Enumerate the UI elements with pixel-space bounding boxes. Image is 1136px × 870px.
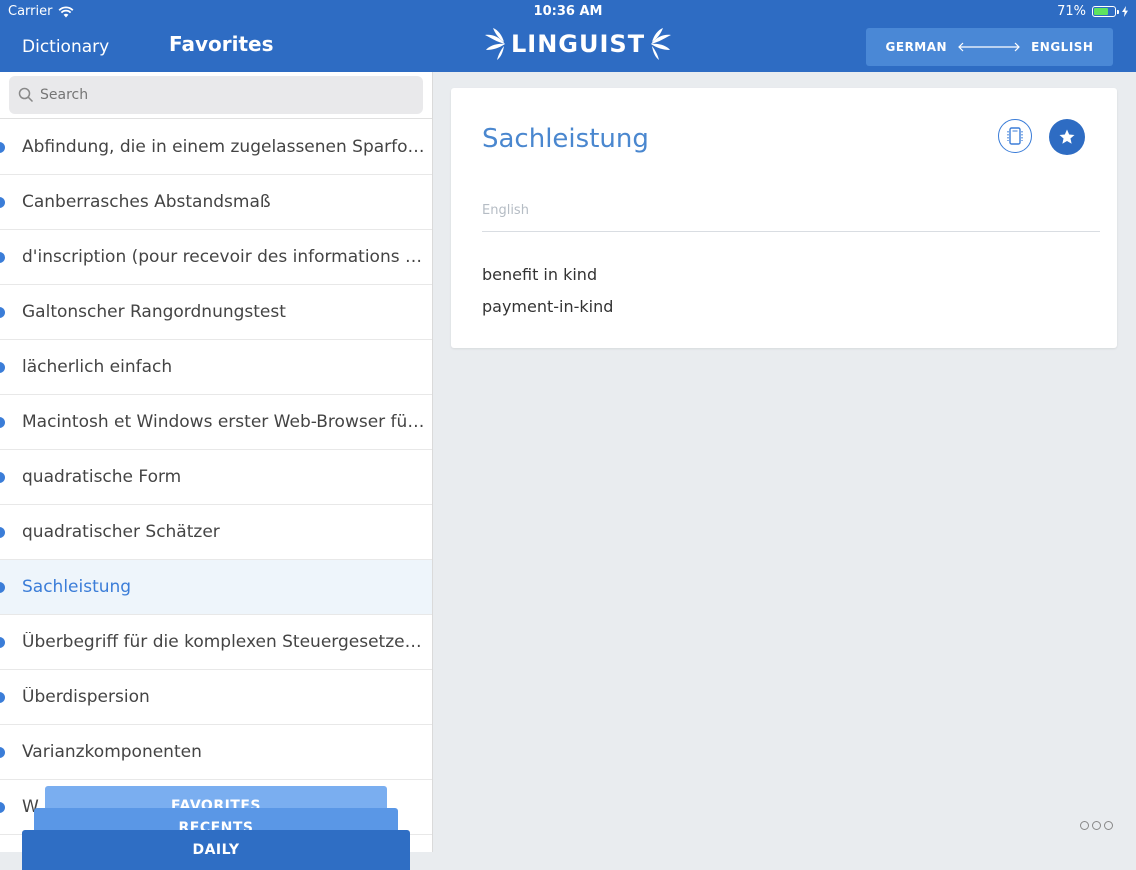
lang-to: ENGLISH [1031, 40, 1094, 54]
lang-from: GERMAN [885, 40, 948, 54]
tab-daily[interactable]: DAILY [22, 830, 410, 870]
list-item-label: lächerlich einfach [22, 357, 173, 377]
status-time: 10:36 AM [533, 4, 603, 19]
swap-arrow-icon [958, 42, 1020, 52]
dictionary-button[interactable]: Dictionary [22, 37, 109, 57]
marker-icon [0, 472, 5, 483]
list-item-label: Überbegriff für die komplexen Steuergese… [22, 632, 426, 652]
list-item-label: quadratischer Schätzer [22, 522, 220, 542]
list-item[interactable]: quadratische Form [0, 450, 432, 505]
marker-icon [0, 307, 5, 318]
list-item[interactable]: Überbegriff für die komplexen Steuergese… [0, 615, 432, 670]
page-title: Favorites [169, 32, 274, 56]
flashcard-icon [1007, 127, 1023, 145]
word-title: Sachleistung [482, 124, 649, 154]
marker-icon [0, 417, 5, 428]
dot-icon [1080, 821, 1089, 830]
marker-icon [0, 362, 5, 373]
list-item-label: Sachleistung [22, 577, 132, 597]
favorites-panel: Abfindung, die in einem zugelassenen Spa… [0, 72, 433, 852]
list-item-label: d'inscription (pour recevoir des informa… [22, 247, 426, 267]
list-item[interactable]: Abfindung, die in einem zugelassenen Spa… [0, 120, 432, 175]
marker-icon [0, 582, 5, 593]
list-item[interactable]: Galtonscher Rangordnungstest [0, 285, 432, 340]
list-item[interactable]: Überdispersion [0, 670, 432, 725]
flashcard-button[interactable] [998, 119, 1032, 153]
meaning-item: payment-in-kind [482, 297, 614, 316]
dot-icon [1092, 821, 1101, 830]
list-item-label: Varianzkomponenten [22, 742, 202, 762]
list-item-label: Macintosh et Windows erster Web-Browser … [22, 412, 426, 432]
list-item[interactable]: quadratischer Schätzer [0, 505, 432, 560]
list-item-label: Canberrasches Abstandsmaß [22, 192, 271, 212]
search-input[interactable] [38, 86, 412, 104]
marker-icon [0, 252, 5, 263]
status-right: 71% [1057, 4, 1128, 19]
marker-icon [0, 197, 5, 208]
more-options-icon[interactable] [1080, 821, 1113, 830]
language-switch-button[interactable]: GERMAN ENGLISH [866, 28, 1113, 66]
word-detail-card: Sachleistung English benefit in kind pay… [451, 88, 1117, 348]
marker-icon [0, 142, 5, 153]
battery-percent: 71% [1057, 4, 1086, 19]
charging-icon [1122, 6, 1128, 17]
list-item-label: Abfindung, die in einem zugelassenen Spa… [22, 137, 426, 157]
leaf-left-icon [485, 28, 505, 60]
search-bar[interactable] [9, 76, 423, 114]
list-item-label: quadratische Form [22, 467, 182, 487]
battery-fill [1094, 8, 1108, 15]
dot-icon [1104, 821, 1113, 830]
battery-icon [1092, 6, 1119, 17]
status-bar: Carrier 10:36 AM 71% [0, 0, 1136, 22]
favorites-list: Abfindung, die in einem zugelassenen Spa… [0, 120, 432, 835]
favorite-button[interactable] [1049, 119, 1085, 155]
list-item-label: Überdispersion [22, 687, 150, 707]
marker-icon [0, 802, 5, 813]
marker-icon [0, 637, 5, 648]
list-item[interactable]: Canberrasches Abstandsmaß [0, 175, 432, 230]
meaning-item: benefit in kind [482, 265, 598, 284]
search-icon [18, 87, 34, 103]
star-icon [1059, 129, 1075, 144]
list-item[interactable]: lächerlich einfach [0, 340, 432, 395]
brand-text: LINGUIST [511, 30, 646, 58]
divider [0, 118, 432, 119]
divider [482, 231, 1100, 232]
marker-icon [0, 527, 5, 538]
marker-icon [0, 692, 5, 703]
list-item[interactable]: Macintosh et Windows erster Web-Browser … [0, 395, 432, 450]
marker-icon [0, 747, 5, 758]
list-item[interactable]: d'inscription (pour recevoir des informa… [0, 230, 432, 285]
target-language-label: English [482, 203, 529, 218]
brand-logo: LINGUIST [483, 24, 673, 64]
list-item-label: Galtonscher Rangordnungstest [22, 302, 286, 322]
list-item[interactable]: Varianzkomponenten [0, 725, 432, 780]
leaf-right-icon [651, 28, 672, 60]
app-header: Carrier 10:36 AM 71% Dictionary Favorite… [0, 0, 1136, 72]
list-item-selected[interactable]: Sachleistung [0, 560, 432, 615]
